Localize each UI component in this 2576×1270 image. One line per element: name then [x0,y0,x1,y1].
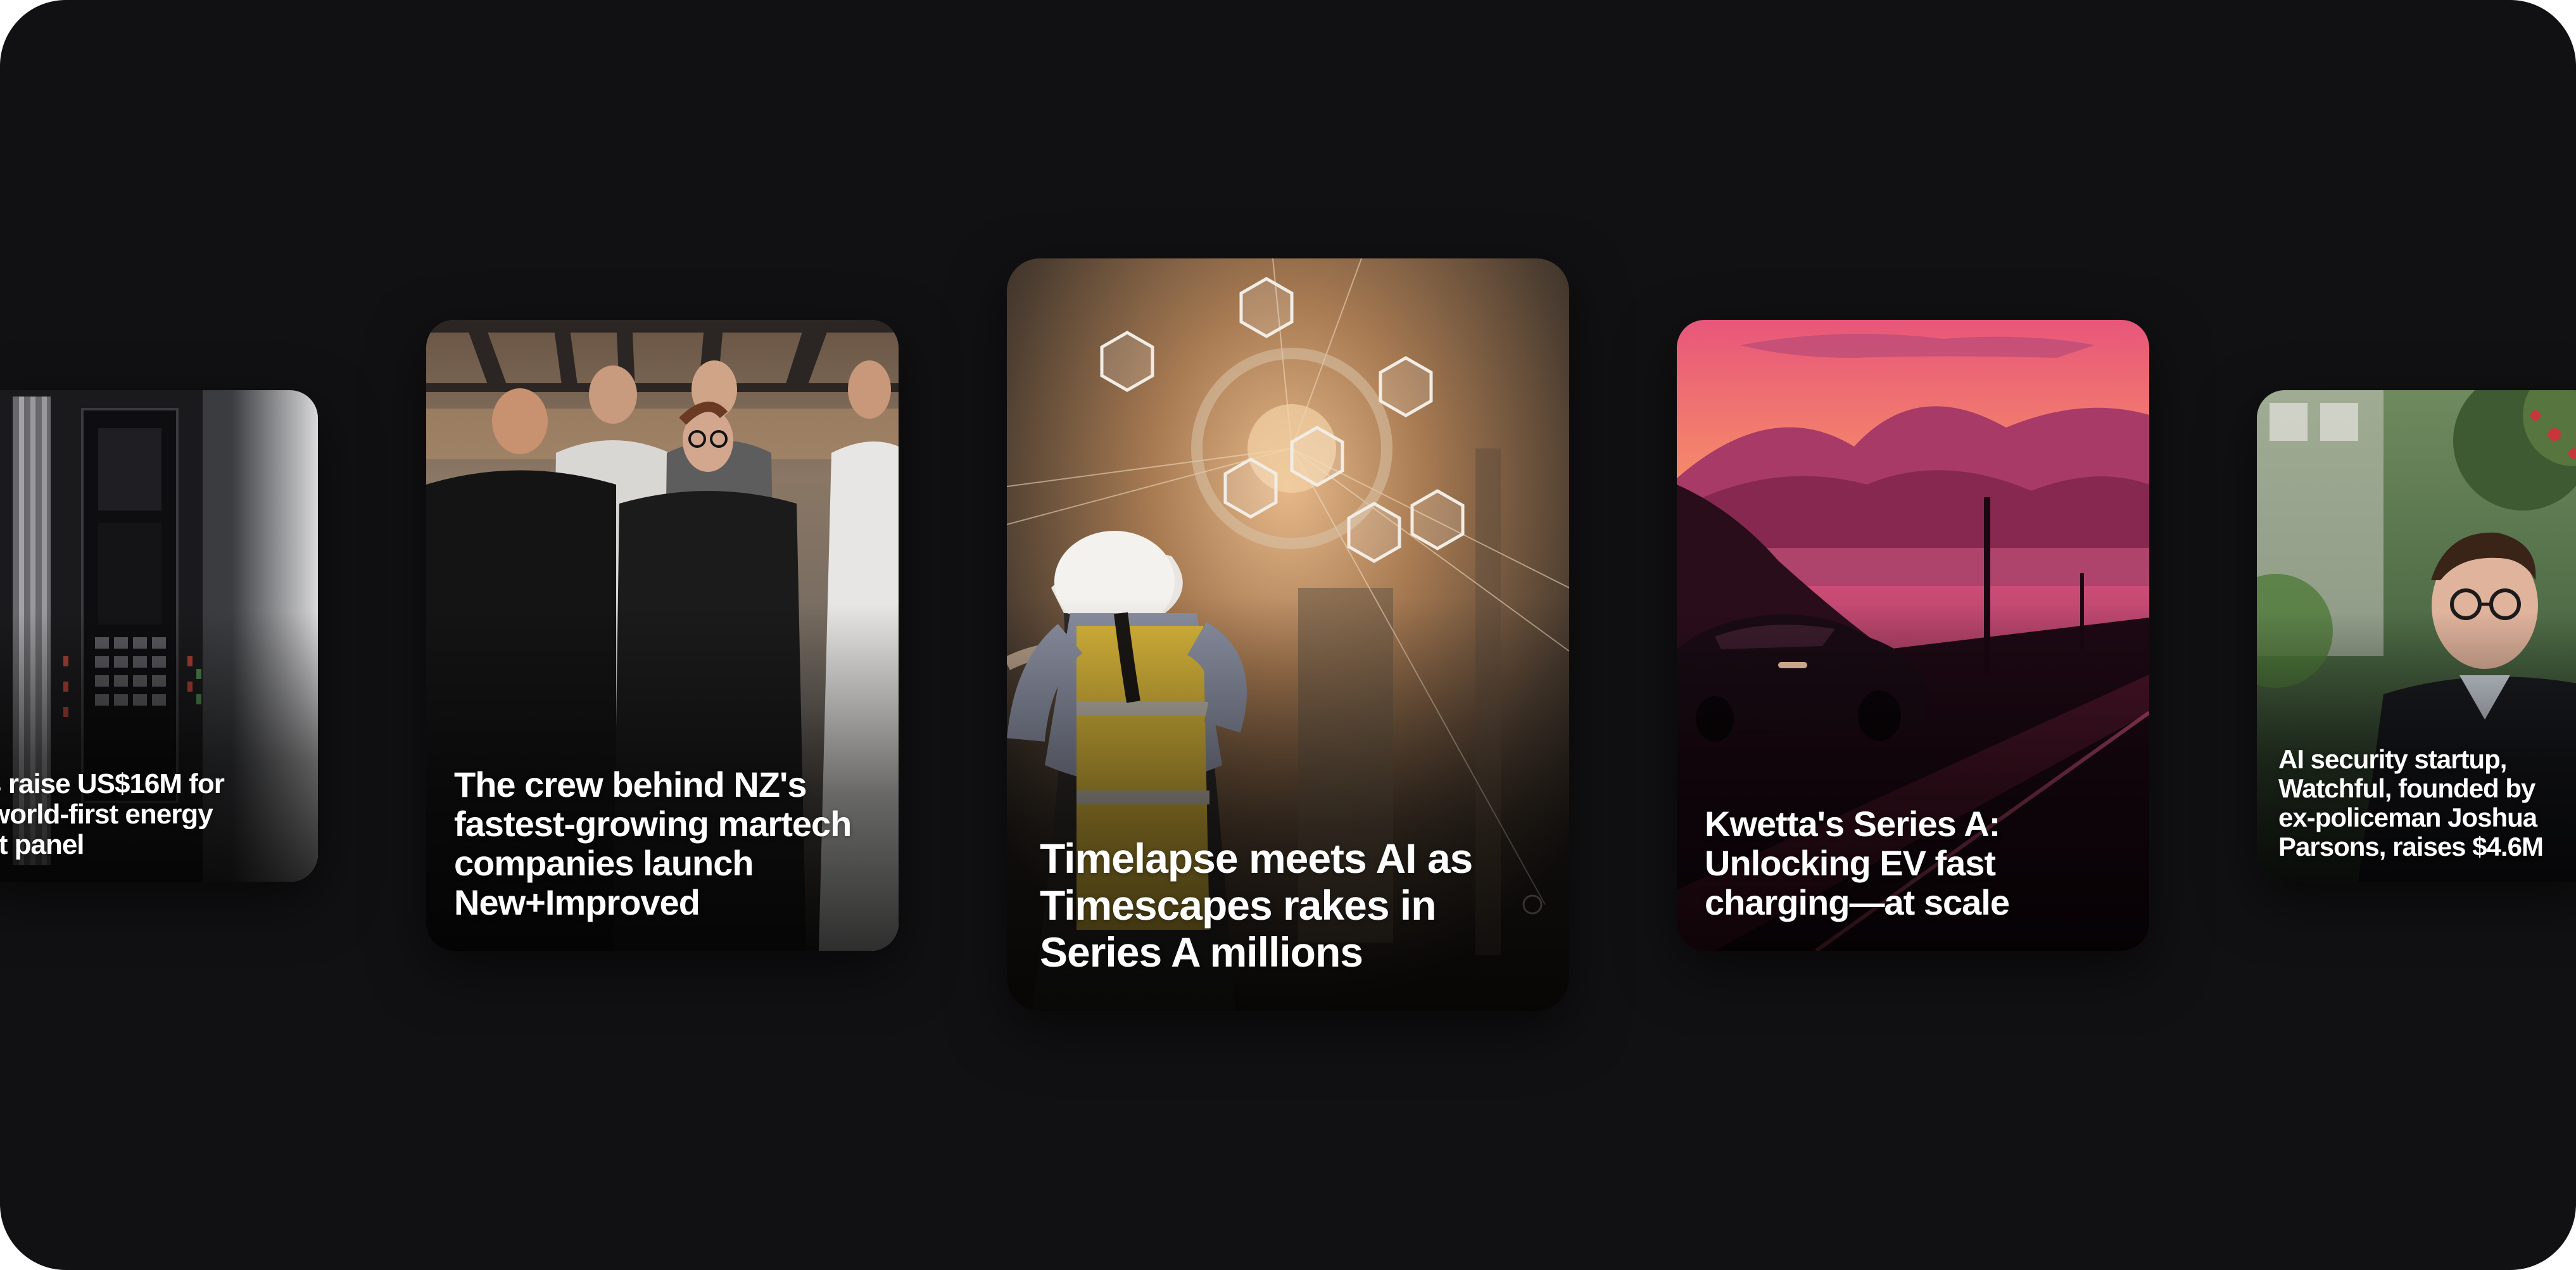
article-headline[interactable]: AI security startup, Watchful, founded b… [2278,745,2576,861]
article-card-timescapes[interactable]: Timelapse meets AI as Timescapes rakes i… [1007,258,1569,1011]
article-headline[interactable]: asis raise US$16M for eir world-first en… [0,769,304,860]
article-headline[interactable]: Timelapse meets AI as Timescapes rakes i… [1040,835,1546,975]
carousel-frame: asis raise US$16M for eir world-first en… [0,0,2576,1270]
article-card-watchful[interactable]: AI security startup, Watchful, founded b… [2257,390,2576,882]
article-card-martech-crew[interactable]: The crew behind NZ's fastest-growing mar… [426,320,899,951]
article-card-kwetta[interactable]: Kwetta's Series A: Unlocking EV fast cha… [1677,320,2149,951]
article-card-energy-panel[interactable]: asis raise US$16M for eir world-first en… [0,390,318,882]
article-headline[interactable]: Kwetta's Series A: Unlocking EV fast cha… [1705,804,2110,922]
article-headline[interactable]: The crew behind NZ's fastest-growing mar… [454,765,885,922]
